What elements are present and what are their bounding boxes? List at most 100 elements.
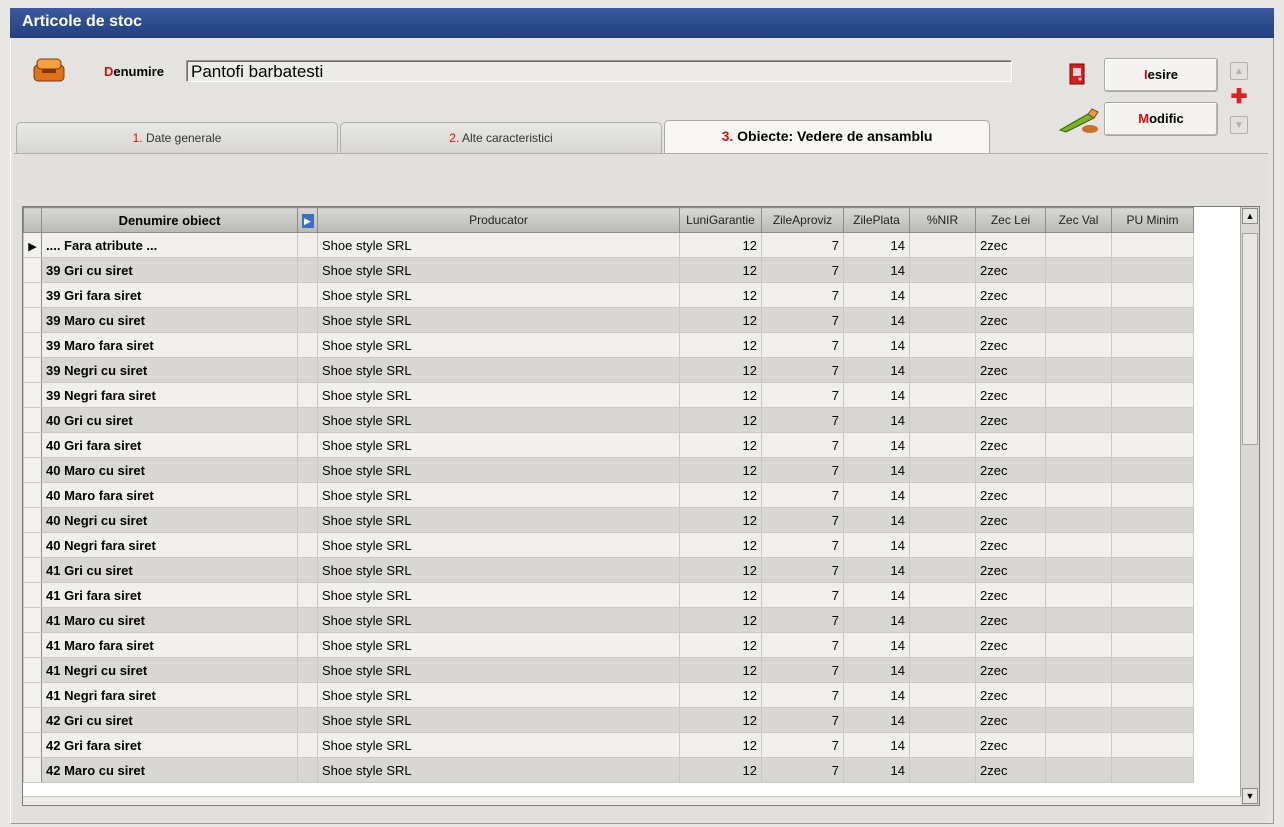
table-row[interactable]: 40 Gri fara siret Shoe style SRL 12 7 14 2zec (23, 432, 1194, 458)
cell-producator[interactable]: Shoe style SRL (317, 532, 680, 558)
cell-zile-aproviz[interactable]: 7 (761, 482, 844, 508)
cell-zile-plata[interactable]: 14 (843, 557, 910, 583)
table-row[interactable]: 42 Gri fara siret Shoe style SRL 12 7 14 2zec (23, 732, 1194, 758)
col-nir[interactable]: %NIR (909, 207, 976, 233)
cell-producator[interactable]: Shoe style SRL (317, 582, 680, 608)
cell-zile-plata[interactable]: 14 (843, 307, 910, 333)
cell-luni-garantie[interactable]: 12 (679, 607, 762, 633)
cell-nir[interactable] (909, 682, 976, 708)
cell-marker[interactable] (297, 607, 318, 633)
cell-luni-garantie[interactable]: 12 (679, 582, 762, 608)
cell-producator[interactable]: Shoe style SRL (317, 757, 680, 783)
cell-denumire-obiect[interactable]: 40 Negri fara siret (41, 532, 298, 558)
cell-producator[interactable]: Shoe style SRL (317, 432, 680, 458)
cell-denumire-obiect[interactable]: 39 Maro cu siret (41, 307, 298, 333)
table-row[interactable]: 40 Maro fara siret Shoe style SRL 12 7 14 2ze… (23, 482, 1194, 508)
table-row[interactable]: 42 Maro cu siret Shoe style SRL 12 7 14 2zec (23, 757, 1194, 783)
cell-marker[interactable] (297, 307, 318, 333)
col-denumire-obiect[interactable]: Denumire obiect (41, 207, 298, 233)
cell-zec-lei[interactable]: 2zec (975, 257, 1046, 283)
cell-denumire-obiect[interactable]: 40 Gri fara siret (41, 432, 298, 458)
col-zec-val[interactable]: Zec Val (1045, 207, 1112, 233)
cell-pu-minim[interactable] (1111, 382, 1194, 408)
cell-zile-aproviz[interactable]: 7 (761, 332, 844, 358)
cell-pu-minim[interactable] (1111, 732, 1194, 758)
cell-pu-minim[interactable] (1111, 457, 1194, 483)
cell-producator[interactable]: Shoe style SRL (317, 682, 680, 708)
cell-pu-minim[interactable] (1111, 232, 1194, 258)
cell-zec-lei[interactable]: 2zec (975, 332, 1046, 358)
cell-denumire-obiect[interactable]: 41 Negri fara siret (41, 682, 298, 708)
cell-nir[interactable] (909, 707, 976, 733)
row-indicator[interactable] (23, 682, 42, 708)
cell-luni-garantie[interactable]: 12 (679, 632, 762, 658)
cell-pu-minim[interactable] (1111, 407, 1194, 433)
cell-zec-val[interactable] (1045, 407, 1112, 433)
cell-marker[interactable] (297, 457, 318, 483)
vertical-scrollbar[interactable]: ▲ ▼ (1240, 207, 1259, 805)
cell-denumire-obiect[interactable]: 39 Gri fara siret (41, 282, 298, 308)
col-zile-aproviz[interactable]: ZileAproviz (761, 207, 844, 233)
cell-zec-val[interactable] (1045, 457, 1112, 483)
cell-zec-val[interactable] (1045, 582, 1112, 608)
table-row[interactable]: 41 Gri fara siret Shoe style SRL 12 7 14 2zec (23, 582, 1194, 608)
table-row[interactable]: 41 Maro fara siret Shoe style SRL 12 7 14 2ze… (23, 632, 1194, 658)
cell-zec-val[interactable] (1045, 657, 1112, 683)
cell-denumire-obiect[interactable]: 39 Gri cu siret (41, 257, 298, 283)
cell-zec-val[interactable] (1045, 607, 1112, 633)
cell-luni-garantie[interactable]: 12 (679, 282, 762, 308)
cell-zile-aproviz[interactable]: 7 (761, 757, 844, 783)
tab-obiecte[interactable]: 3. Obiecte: Vedere de ansamblu (664, 120, 990, 153)
cell-zile-aproviz[interactable]: 7 (761, 282, 844, 308)
plus-icon[interactable]: ✚ (1230, 87, 1248, 107)
col-luni-garantie[interactable]: LuniGarantie (679, 207, 762, 233)
cell-nir[interactable] (909, 507, 976, 533)
cell-producator[interactable]: Shoe style SRL (317, 282, 680, 308)
row-indicator[interactable] (23, 657, 42, 683)
cell-marker[interactable] (297, 532, 318, 558)
cell-marker[interactable] (297, 282, 318, 308)
cell-zec-lei[interactable]: 2zec (975, 582, 1046, 608)
denumire-field[interactable]: Pantofi barbatesti (186, 60, 1012, 82)
cell-marker[interactable] (297, 682, 318, 708)
cell-nir[interactable] (909, 382, 976, 408)
row-indicator[interactable] (23, 307, 42, 333)
scroll-down-button[interactable]: ▼ (1242, 788, 1258, 804)
table-row[interactable]: 42 Gri cu siret Shoe style SRL 12 7 14 2zec (23, 707, 1194, 733)
col-pu-minim[interactable]: PU Minim (1111, 207, 1194, 233)
cell-producator[interactable]: Shoe style SRL (317, 332, 680, 358)
iesire-button[interactable]: Iesire (1104, 58, 1218, 92)
cell-pu-minim[interactable] (1111, 557, 1194, 583)
row-indicator[interactable] (23, 432, 42, 458)
cell-denumire-obiect[interactable]: 41 Gri cu siret (41, 557, 298, 583)
cell-luni-garantie[interactable]: 12 (679, 757, 762, 783)
cell-zec-lei[interactable]: 2zec (975, 457, 1046, 483)
row-indicator[interactable] (23, 532, 42, 558)
cell-zile-aproviz[interactable]: 7 (761, 582, 844, 608)
cell-denumire-obiect[interactable]: 41 Gri fara siret (41, 582, 298, 608)
cell-zile-plata[interactable]: 14 (843, 757, 910, 783)
cell-zec-val[interactable] (1045, 532, 1112, 558)
cell-nir[interactable] (909, 407, 976, 433)
cell-zec-val[interactable] (1045, 482, 1112, 508)
col-producator[interactable]: Producator (317, 207, 680, 233)
cell-nir[interactable] (909, 357, 976, 383)
arrow-up-icon[interactable]: ▲ (1230, 62, 1248, 80)
cell-nir[interactable] (909, 632, 976, 658)
cell-zile-plata[interactable]: 14 (843, 582, 910, 608)
cell-denumire-obiect[interactable]: 42 Gri cu siret (41, 707, 298, 733)
cell-pu-minim[interactable] (1111, 482, 1194, 508)
table-row[interactable]: 39 Gri cu siret Shoe style SRL 12 7 14 2zec (23, 257, 1194, 283)
cell-nir[interactable] (909, 232, 976, 258)
cell-zec-val[interactable] (1045, 557, 1112, 583)
row-indicator[interactable] (23, 757, 42, 783)
cell-zec-lei[interactable]: 2zec (975, 657, 1046, 683)
cell-luni-garantie[interactable]: 12 (679, 482, 762, 508)
cell-zile-aproviz[interactable]: 7 (761, 732, 844, 758)
horizontal-scrollbar[interactable] (23, 796, 1241, 805)
cell-zec-lei[interactable]: 2zec (975, 757, 1046, 783)
cell-luni-garantie[interactable]: 12 (679, 257, 762, 283)
cell-marker[interactable] (297, 407, 318, 433)
cell-zile-aproviz[interactable]: 7 (761, 707, 844, 733)
cell-luni-garantie[interactable]: 12 (679, 507, 762, 533)
